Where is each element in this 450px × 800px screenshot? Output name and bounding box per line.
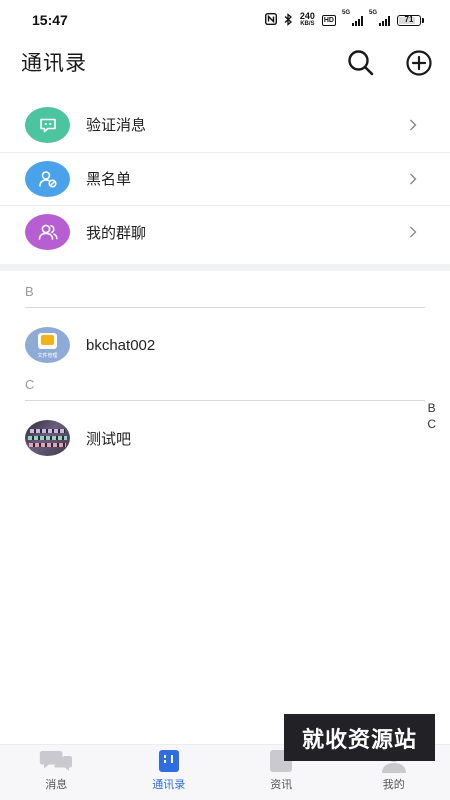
chevron-right-icon <box>410 119 417 131</box>
add-circle-icon <box>406 50 432 76</box>
status-bar: 15:47 240 KB/S HD 5G 5G 71 <box>0 0 450 40</box>
net-speed-value: 240 <box>299 11 315 21</box>
network-speed: 240 KB/S <box>300 12 315 28</box>
nfc-icon <box>264 12 277 27</box>
bluetooth-icon <box>284 12 293 28</box>
index-letter-c[interactable]: C <box>427 416 436 432</box>
section-letter: C <box>25 377 35 392</box>
search-button[interactable] <box>346 48 376 78</box>
add-button[interactable] <box>404 48 434 78</box>
avatar-caption: 文件管理 <box>37 353 58 359</box>
status-time: 15:47 <box>32 12 68 28</box>
hd-badge: HD <box>321 14 336 26</box>
signal-label: 5G <box>342 9 351 16</box>
chevron-right-icon <box>410 226 417 238</box>
nav-label: 消息 <box>45 779 68 791</box>
menu-item-label: 黑名单 <box>86 171 132 189</box>
group-icon <box>25 214 70 251</box>
battery-level: 71 <box>404 14 414 24</box>
section-header-c: C <box>25 369 425 401</box>
battery-icon: 71 <box>397 14 424 26</box>
net-speed-unit: KB/S <box>300 21 315 27</box>
header: 通讯录 <box>0 40 450 84</box>
status-icons: 240 KB/S HD 5G 5G 71 <box>264 10 424 28</box>
section-letter: B <box>25 284 34 299</box>
nav-label: 资讯 <box>270 779 293 791</box>
avatar: 文件管理 <box>25 327 70 363</box>
message-icon <box>39 749 73 773</box>
signal-icon: 5G <box>342 10 363 26</box>
chat-dots-icon <box>25 106 70 143</box>
user-block-icon <box>25 160 70 197</box>
nav-item-contacts[interactable]: 通讯录 <box>113 745 226 800</box>
menu-item-my-groups[interactable]: 我的群聊 <box>0 205 450 259</box>
watermark: 就收资源站 <box>284 714 435 761</box>
nav-label: 通讯录 <box>152 779 186 791</box>
page-title: 通讯录 <box>21 52 87 75</box>
avatar <box>25 420 70 456</box>
menu-item-label: 验证消息 <box>86 117 147 135</box>
contact-item[interactable]: 文件管理 bkchat002 <box>25 322 425 368</box>
alphabet-index[interactable]: B C <box>427 400 436 432</box>
contact-item[interactable]: 测试吧 <box>25 415 425 461</box>
contacts-icon <box>152 749 186 773</box>
section-header-b: B <box>25 276 425 308</box>
section-divider <box>0 264 450 271</box>
search-icon <box>348 50 374 76</box>
contact-name: bkchat002 <box>86 336 156 354</box>
menu-item-blacklist[interactable]: 黑名单 <box>0 151 450 206</box>
signal-label: 5G <box>369 9 378 16</box>
signal-icon: 5G <box>369 10 390 26</box>
index-letter-b[interactable]: B <box>428 400 436 416</box>
contacts-menu: 验证消息 黑名单 我的群聊 <box>0 98 450 259</box>
chevron-right-icon <box>410 173 417 185</box>
nav-label: 我的 <box>382 779 405 791</box>
menu-item-label: 我的群聊 <box>86 224 147 242</box>
menu-item-verification[interactable]: 验证消息 <box>0 98 450 152</box>
nav-item-messages[interactable]: 消息 <box>0 745 113 800</box>
contact-name: 测试吧 <box>86 430 132 448</box>
contacts-screen: { "status_bar": { "time": "15:47", "net_… <box>0 0 450 800</box>
